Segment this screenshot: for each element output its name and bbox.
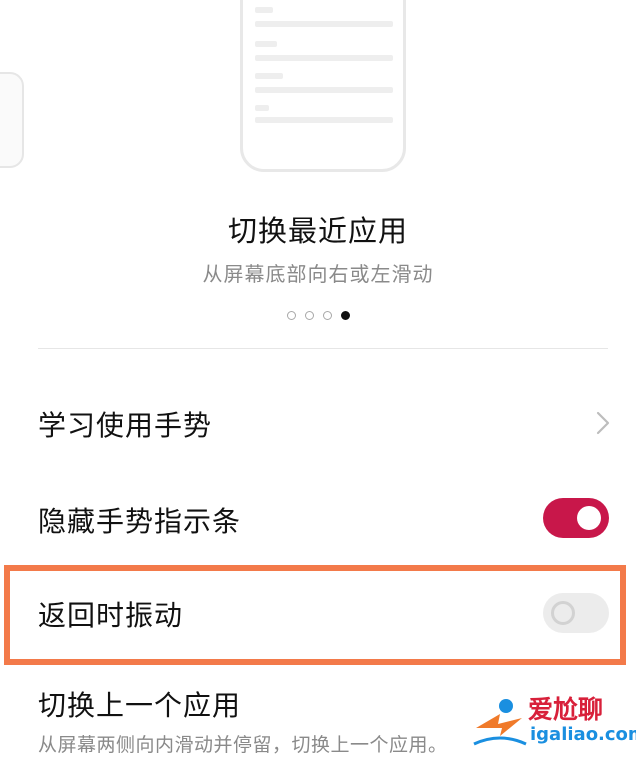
page-dot bbox=[322, 311, 332, 320]
page-dot-active bbox=[340, 311, 350, 320]
illustration-line bbox=[255, 117, 393, 123]
gesture-settings-page: 切换最近应用 从屏幕底部向右或左滑动 学习使用手势 隐藏手势指示条 返回时振动 … bbox=[0, 0, 636, 759]
illustration-line bbox=[255, 55, 393, 61]
toggle-knob bbox=[577, 506, 601, 530]
illustration-line bbox=[255, 87, 393, 93]
divider bbox=[38, 348, 608, 349]
illustration-line bbox=[255, 41, 277, 47]
watermark-mascot-icon bbox=[473, 699, 527, 746]
switch-previous-app-description: 从屏幕两侧向内滑动并停留，切换上一个应用。 bbox=[38, 734, 448, 756]
switch-previous-app-label: 切换上一个应用 bbox=[38, 689, 242, 722]
watermark-logo: 爱尬聊 igaliao.com bbox=[470, 688, 636, 752]
phone-illustration bbox=[240, 0, 406, 172]
watermark-url: igaliao.com bbox=[530, 724, 636, 745]
illustration-line bbox=[255, 73, 283, 79]
vibrate-on-back-label: 返回时振动 bbox=[38, 599, 184, 632]
hide-gesture-bar-label: 隐藏手势指示条 bbox=[38, 505, 242, 538]
previous-gesture-card-edge[interactable] bbox=[0, 72, 24, 168]
page-dot bbox=[304, 311, 314, 320]
vibrate-on-back-toggle[interactable] bbox=[543, 593, 609, 633]
illustration-line bbox=[255, 105, 269, 111]
toggle-knob bbox=[551, 601, 575, 625]
chevron-right-icon bbox=[596, 411, 610, 435]
hide-gesture-bar-toggle[interactable] bbox=[543, 498, 609, 538]
watermark-text: 爱尬聊 bbox=[528, 695, 604, 724]
illustration-line bbox=[255, 21, 393, 27]
illustration-line bbox=[255, 7, 273, 13]
learn-gestures-label: 学习使用手势 bbox=[38, 409, 213, 442]
page-indicator bbox=[0, 311, 636, 320]
gesture-title: 切换最近应用 bbox=[227, 214, 408, 248]
page-dot bbox=[286, 311, 296, 320]
gesture-subtitle: 从屏幕底部向右或左滑动 bbox=[202, 262, 434, 286]
